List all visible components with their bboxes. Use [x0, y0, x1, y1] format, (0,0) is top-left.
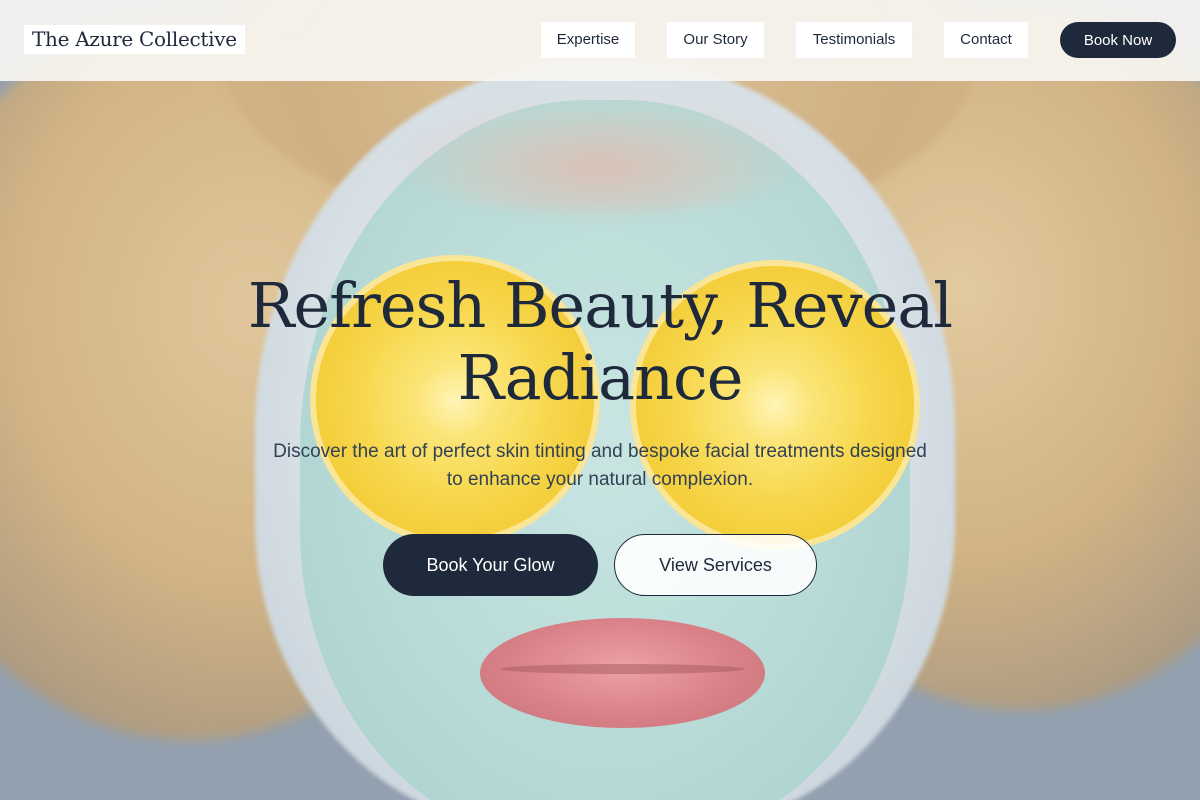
site-header: The Azure Collective Expertise Our Story…: [0, 0, 1200, 81]
nav-link-expertise[interactable]: Expertise: [541, 22, 635, 58]
view-services-button[interactable]: View Services: [614, 534, 817, 596]
hero-subtitle: Discover the art of perfect skin tinting…: [273, 441, 927, 490]
book-now-button[interactable]: Book Now: [1060, 22, 1176, 58]
hero-cta-group: Book Your Glow View Services: [383, 534, 817, 596]
nav-link-contact[interactable]: Contact: [944, 22, 1028, 58]
hero-section: Refresh Beauty, Reveal Radiance Discover…: [0, 270, 1200, 596]
brand-logo[interactable]: The Azure Collective: [24, 25, 245, 54]
hero-title: Refresh Beauty, Reveal Radiance: [247, 269, 953, 414]
book-your-glow-button[interactable]: Book Your Glow: [383, 534, 598, 596]
nav-link-our-story[interactable]: Our Story: [667, 22, 764, 58]
nav-link-testimonials[interactable]: Testimonials: [796, 22, 912, 58]
